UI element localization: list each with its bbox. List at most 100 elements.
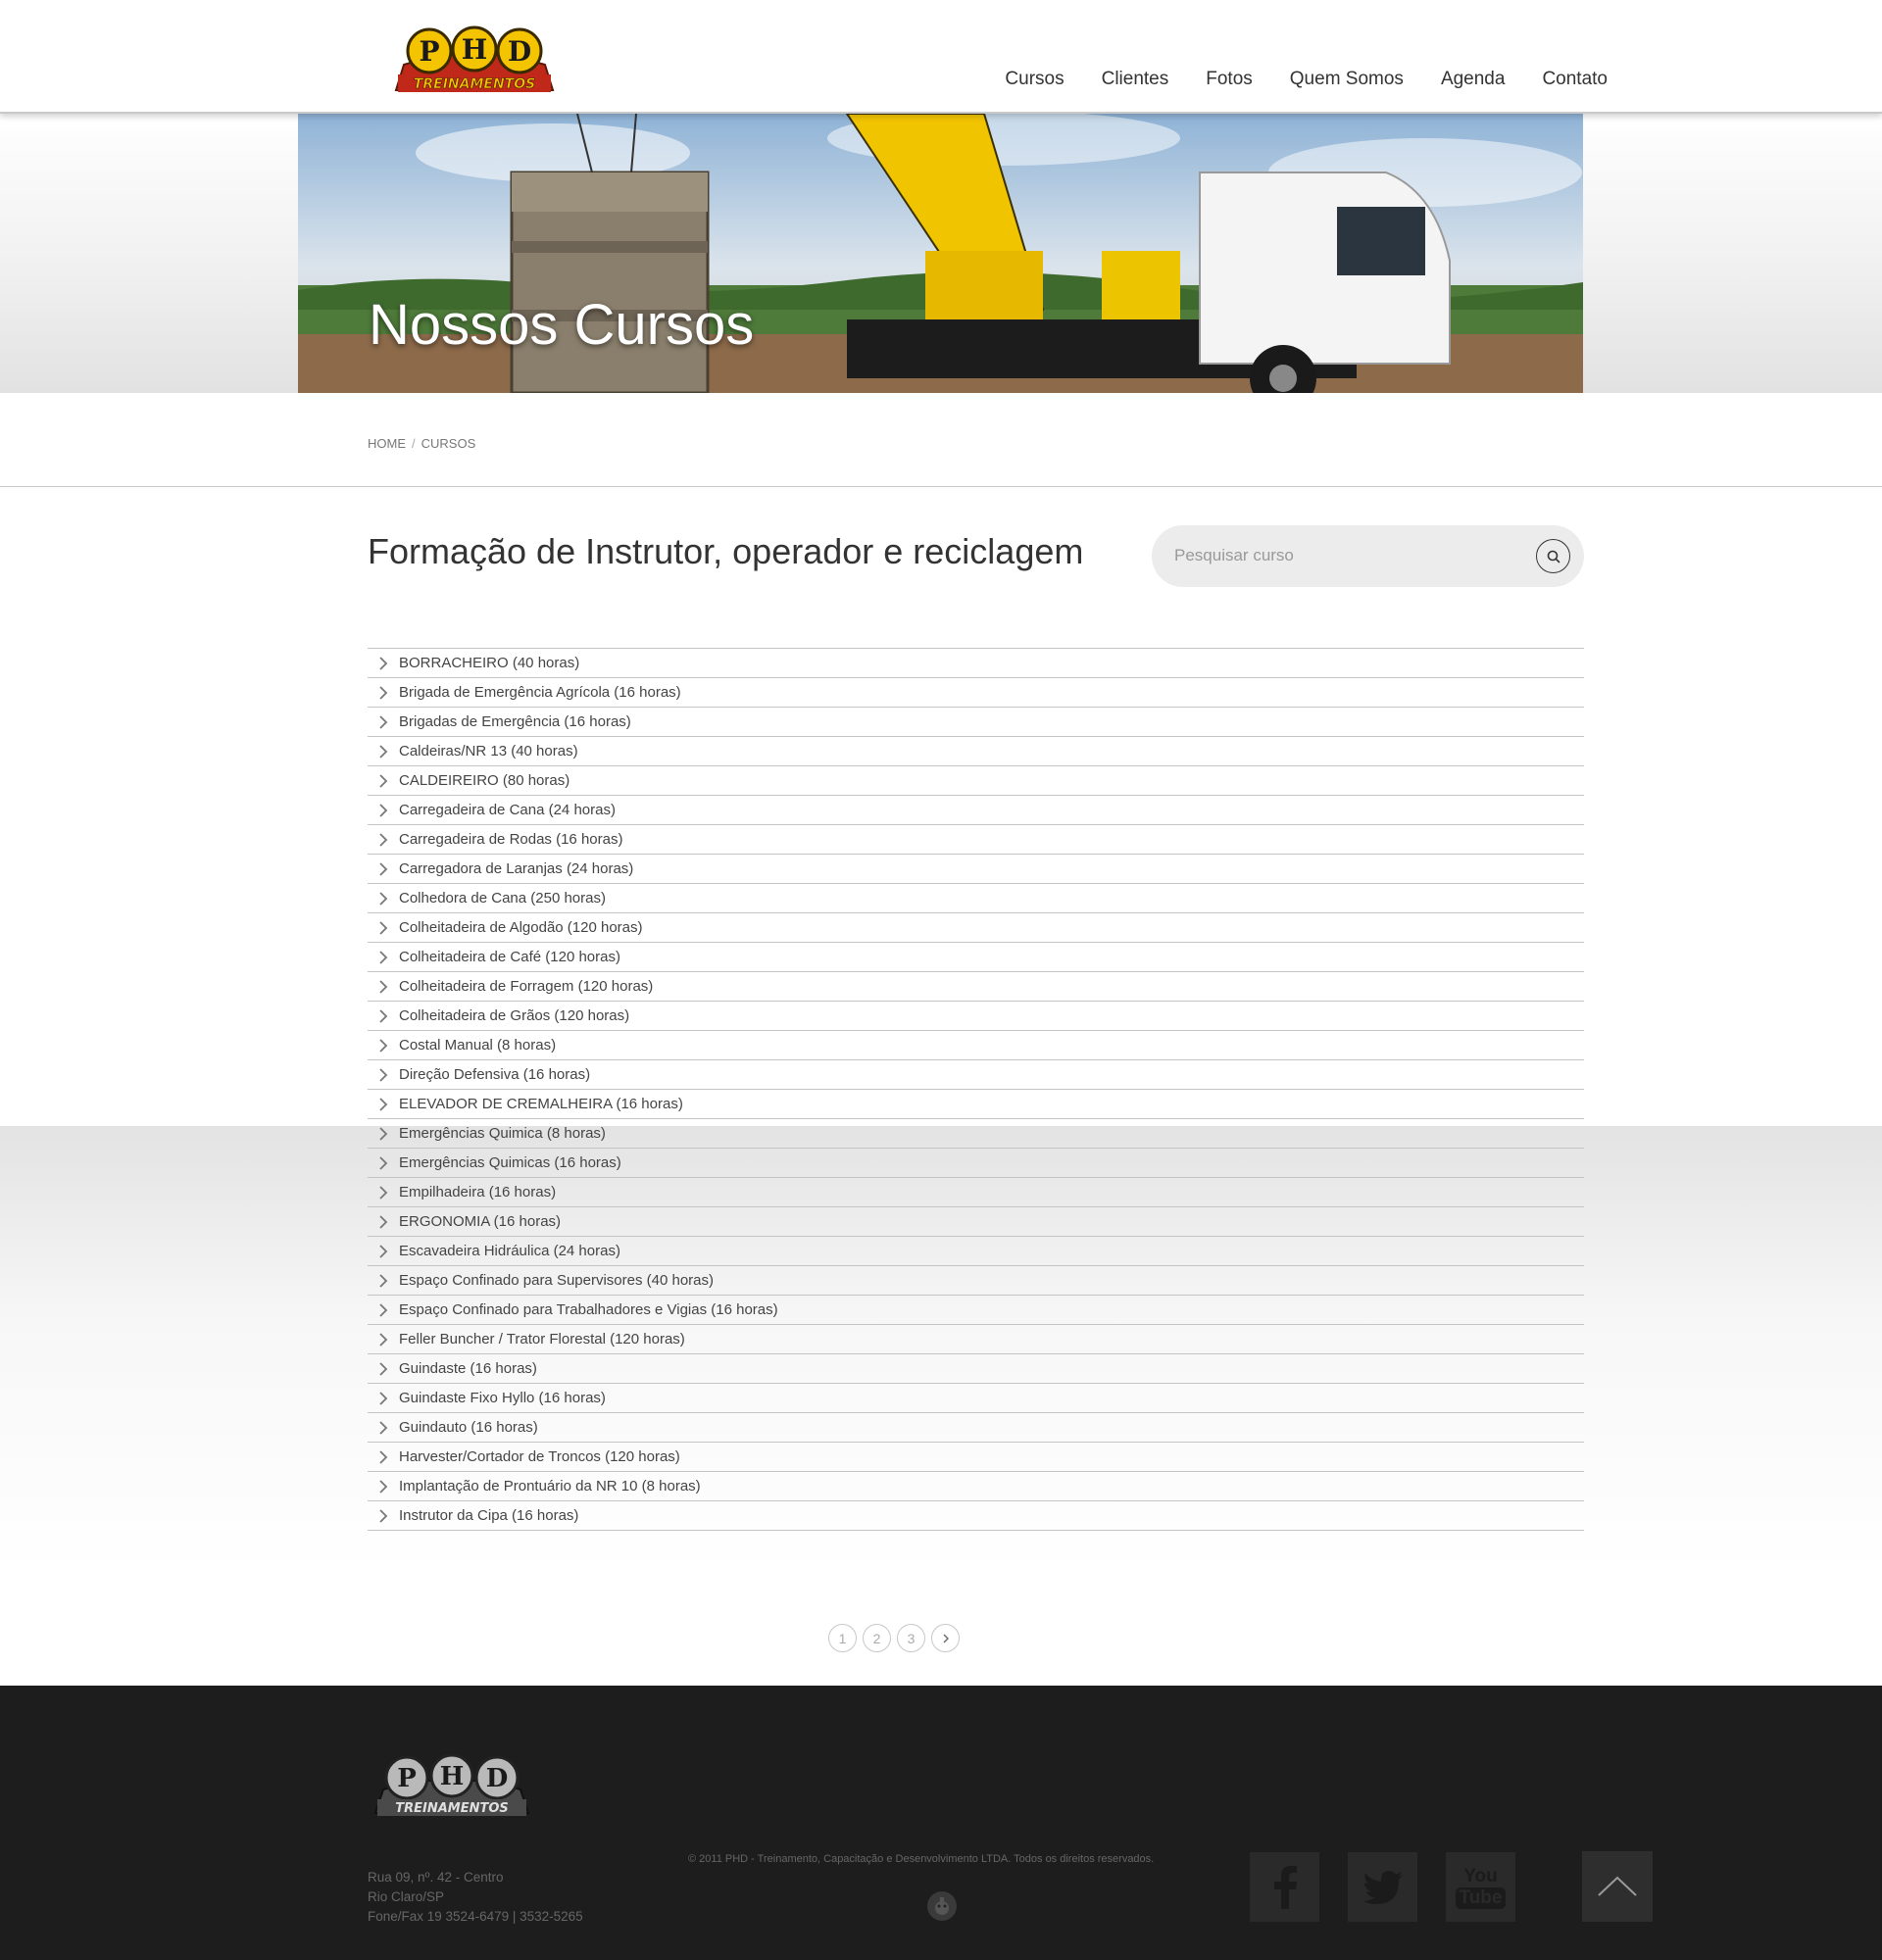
page-title: Formação de Instrutor, operador e recicl… (368, 531, 1084, 571)
course-item[interactable]: ERGONOMIA (16 horas) (368, 1207, 1584, 1237)
chevron-right-icon (368, 1331, 399, 1348)
course-label: Guindaste (16 horas) (399, 1360, 537, 1377)
address-phone: Fone/Fax 19 3524-6479 | 3532-5265 (368, 1909, 583, 1924)
course-item[interactable]: Espaço Confinado para Trabalhadores e Vi… (368, 1296, 1584, 1325)
next-page-button[interactable] (931, 1624, 960, 1652)
twitter-icon (1362, 1870, 1403, 1904)
chevron-right-icon (943, 1634, 949, 1642)
course-item[interactable]: Harvester/Cortador de Troncos (120 horas… (368, 1443, 1584, 1472)
course-item[interactable]: Guindaste Fixo Hyllo (16 horas) (368, 1384, 1584, 1413)
phd-logo[interactable]: P H D TREINAMENTOS (390, 24, 559, 98)
chevron-right-icon (368, 1507, 399, 1525)
course-item[interactable]: Emergências Quimicas (16 horas) (368, 1149, 1584, 1178)
page-1-button[interactable]: 1 (828, 1624, 857, 1652)
course-item[interactable]: BORRACHEIRO (40 horas) (368, 649, 1584, 678)
search-button[interactable] (1536, 539, 1570, 573)
chevron-right-icon (368, 1448, 399, 1466)
course-label: Costal Manual (8 horas) (399, 1037, 557, 1054)
course-item[interactable]: Colhedora de Cana (250 horas) (368, 884, 1584, 913)
hero-title: Nossos Cursos (369, 293, 755, 357)
course-label: Harvester/Cortador de Troncos (120 horas… (399, 1448, 680, 1465)
course-label: Caldeiras/NR 13 (40 horas) (399, 743, 578, 760)
chevron-right-icon (368, 831, 399, 849)
facebook-icon (1273, 1865, 1297, 1909)
course-item[interactable]: Carregadeira de Rodas (16 horas) (368, 825, 1584, 855)
course-item[interactable]: Feller Buncher / Trator Florestal (120 h… (368, 1325, 1584, 1354)
course-label: Instrutor da Cipa (16 horas) (399, 1507, 579, 1524)
youtube-button[interactable]: You Tube (1446, 1852, 1515, 1922)
course-item[interactable]: Direção Defensiva (16 horas) (368, 1060, 1584, 1090)
course-label: ERGONOMIA (16 horas) (399, 1213, 562, 1230)
chevron-right-icon (368, 1243, 399, 1260)
course-item[interactable]: Colheitadeira de Forragem (120 horas) (368, 972, 1584, 1002)
course-label: Emergências Quimica (8 horas) (399, 1125, 606, 1142)
chevron-right-icon (368, 1478, 399, 1495)
breadcrumb-separator: / (412, 436, 416, 451)
chevron-right-icon (368, 772, 399, 790)
course-item[interactable]: Carregadora de Laranjas (24 horas) (368, 855, 1584, 884)
facebook-button[interactable] (1250, 1852, 1319, 1922)
pagination: 1 2 3 (828, 1624, 960, 1652)
course-item[interactable]: Caldeiras/NR 13 (40 horas) (368, 737, 1584, 766)
twitter-button[interactable] (1348, 1852, 1417, 1922)
back-to-top-button[interactable] (1582, 1851, 1653, 1922)
svg-text:TREINAMENTOS: TREINAMENTOS (414, 76, 535, 92)
svg-text:TREINAMENTOS: TREINAMENTOS (395, 1801, 509, 1816)
course-item[interactable]: ELEVADOR DE CREMALHEIRA (16 horas) (368, 1090, 1584, 1119)
footer-phd-logo[interactable]: P H D TREINAMENTOS (370, 1752, 534, 1821)
nav-clientes[interactable]: Clientes (1083, 69, 1188, 90)
chevron-right-icon (368, 890, 399, 907)
svg-text:P: P (397, 1764, 417, 1793)
footer-copyright: © 2011 PHD - Treinamento, Capacitação e … (688, 1853, 1155, 1865)
course-item[interactable]: Empilhadeira (16 horas) (368, 1178, 1584, 1207)
nav-fotos[interactable]: Fotos (1187, 69, 1271, 90)
hero-side-fade-right (1583, 114, 1882, 393)
course-item[interactable]: Guindaste (16 horas) (368, 1354, 1584, 1384)
page-3-button[interactable]: 3 (897, 1624, 925, 1652)
course-label: Implantação de Prontuário da NR 10 (8 ho… (399, 1478, 701, 1494)
course-item[interactable]: Colheitadeira de Café (120 horas) (368, 943, 1584, 972)
course-item[interactable]: Implantação de Prontuário da NR 10 (8 ho… (368, 1472, 1584, 1501)
nav-agenda[interactable]: Agenda (1422, 69, 1524, 90)
chevron-right-icon (368, 978, 399, 996)
course-item[interactable]: Brigadas de Emergência (16 horas) (368, 708, 1584, 737)
chevron-right-icon (368, 1066, 399, 1084)
breadcrumb-home[interactable]: HOME (368, 436, 406, 451)
breadcrumb-bar (0, 393, 1882, 487)
chevron-up-icon (1598, 1876, 1637, 1896)
nav-contato[interactable]: Contato (1523, 69, 1608, 90)
course-item[interactable]: Emergências Quimica (8 horas) (368, 1119, 1584, 1149)
course-item[interactable]: Instrutor da Cipa (16 horas) (368, 1501, 1584, 1531)
svg-text:H: H (440, 1762, 465, 1791)
course-item[interactable]: Costal Manual (8 horas) (368, 1031, 1584, 1060)
course-label: Direção Defensiva (16 horas) (399, 1066, 591, 1083)
course-label: Emergências Quimicas (16 horas) (399, 1154, 621, 1171)
svg-text:D: D (486, 1764, 509, 1793)
chevron-right-icon (368, 1301, 399, 1319)
course-item[interactable]: Carregadeira de Cana (24 horas) (368, 796, 1584, 825)
nav-cursos[interactable]: Cursos (986, 69, 1082, 90)
svg-text:D: D (508, 35, 531, 68)
page-2-button[interactable]: 2 (863, 1624, 891, 1652)
course-item[interactable]: Colheitadeira de Grãos (120 horas) (368, 1002, 1584, 1031)
course-label: Colheitadeira de Café (120 horas) (399, 949, 620, 965)
chevron-right-icon (368, 743, 399, 760)
course-item[interactable]: CALDEIREIRO (80 horas) (368, 766, 1584, 796)
course-list: BORRACHEIRO (40 horas) Brigada de Emergên… (368, 648, 1584, 1531)
chevron-right-icon (368, 1390, 399, 1407)
nav-quem-somos[interactable]: Quem Somos (1271, 69, 1422, 90)
course-item[interactable]: Colheitadeira de Algodão (120 horas) (368, 913, 1584, 943)
course-item[interactable]: Escavadeira Hidráulica (24 horas) (368, 1237, 1584, 1266)
search-input[interactable] (1174, 537, 1498, 574)
chevron-right-icon (368, 802, 399, 819)
course-label: CALDEIREIRO (80 horas) (399, 772, 570, 789)
breadcrumb: HOME / CURSOS (368, 436, 475, 451)
course-item[interactable]: Guindauto (16 horas) (368, 1413, 1584, 1443)
footer-badge-icon[interactable] (927, 1891, 957, 1921)
chevron-right-icon (368, 919, 399, 937)
course-item[interactable]: Espaço Confinado para Supervisores (40 h… (368, 1266, 1584, 1296)
chevron-right-icon (368, 1096, 399, 1113)
hero-side-fade-left (0, 114, 298, 393)
course-item[interactable]: Brigada de Emergência Agrícola (16 horas… (368, 678, 1584, 708)
course-label: Guindauto (16 horas) (399, 1419, 538, 1436)
